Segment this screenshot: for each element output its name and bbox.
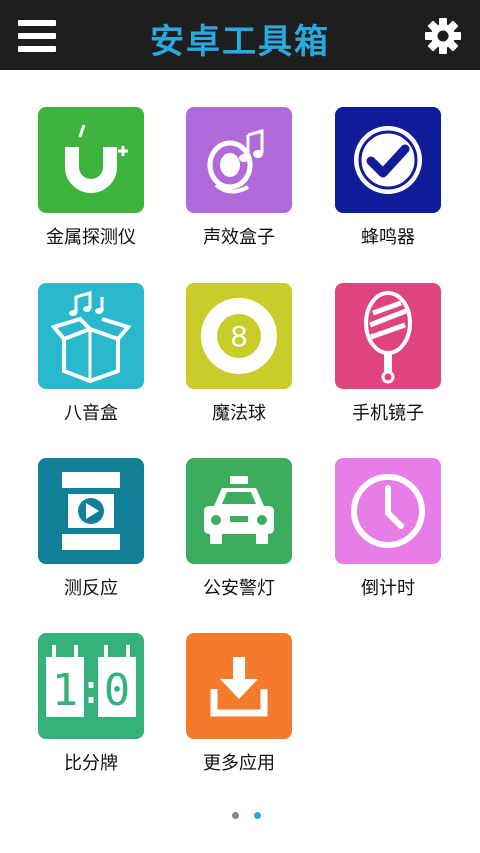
clock-icon — [351, 474, 425, 548]
tool-icon-box — [335, 458, 441, 564]
tool-sound-box[interactable]: 声效盒子 — [170, 107, 318, 257]
music-box-icon — [50, 291, 132, 384]
tool-icon-box — [335, 107, 441, 213]
tool-police-light[interactable]: 公安警灯 — [170, 458, 318, 608]
tool-more-apps[interactable]: 更多应用 — [170, 633, 318, 783]
tool-icon-box — [186, 107, 292, 213]
tool-icon-box — [186, 458, 292, 564]
gear-icon[interactable] — [424, 17, 462, 55]
tool-label: 测反应 — [64, 578, 118, 599]
tool-label: 金属探测仪 — [46, 227, 136, 248]
hand-mirror-icon — [364, 291, 412, 384]
tool-metal-detector[interactable]: 金属探测仪 — [22, 107, 170, 257]
eight-ball-icon: 8 — [201, 298, 277, 374]
score-right: 0 — [104, 665, 131, 716]
taxi-icon — [204, 476, 274, 544]
score-left: 1 — [52, 665, 79, 716]
download-icon — [210, 657, 268, 717]
tool-label: 倒计时 — [361, 578, 415, 599]
scoreboard-icon: 1 : 0 — [46, 645, 136, 717]
tool-icon-box — [38, 283, 144, 389]
tool-label: 八音盒 — [64, 403, 118, 424]
tool-label: 手机镜子 — [352, 403, 424, 424]
tool-buzzer[interactable]: 蜂鸣器 — [319, 107, 467, 257]
tool-label: 公安警灯 — [203, 578, 275, 599]
tool-phone-mirror[interactable]: 手机镜子 — [319, 283, 467, 433]
tool-countdown[interactable]: 倒计时 — [319, 458, 467, 608]
eight-ball-number: 8 — [230, 320, 248, 353]
tool-reaction-test[interactable]: 测反应 — [22, 458, 170, 608]
tool-label: 声效盒子 — [203, 227, 275, 248]
page-indicator-1[interactable] — [232, 812, 239, 819]
tool-music-box[interactable]: 八音盒 — [22, 283, 170, 433]
tool-icon-box: 8 — [186, 283, 292, 389]
tool-label: 更多应用 — [203, 753, 275, 774]
magnet-icon — [65, 124, 128, 193]
tool-label: 蜂鸣器 — [361, 227, 415, 248]
film-play-icon — [62, 472, 120, 550]
tool-label: 魔法球 — [212, 403, 266, 424]
tool-label: 比分牌 — [64, 753, 118, 774]
tool-icon-box: 1 : 0 — [38, 633, 144, 739]
check-circle-icon — [354, 126, 422, 194]
app-title: 安卓工具箱 — [150, 22, 330, 62]
tool-icon-box — [335, 283, 441, 389]
score-colon: : — [79, 667, 103, 713]
top-bar: 安卓工具箱 — [0, 0, 480, 70]
page-indicator-2[interactable] — [254, 812, 261, 819]
tool-scoreboard[interactable]: 1 : 0 比分牌 — [22, 633, 170, 783]
tool-magic-ball[interactable]: 8 魔法球 — [170, 283, 318, 433]
tool-icon-box — [186, 633, 292, 739]
tool-icon-box — [38, 107, 144, 213]
tool-icon-box — [38, 458, 144, 564]
speaker-music-icon — [207, 129, 264, 194]
